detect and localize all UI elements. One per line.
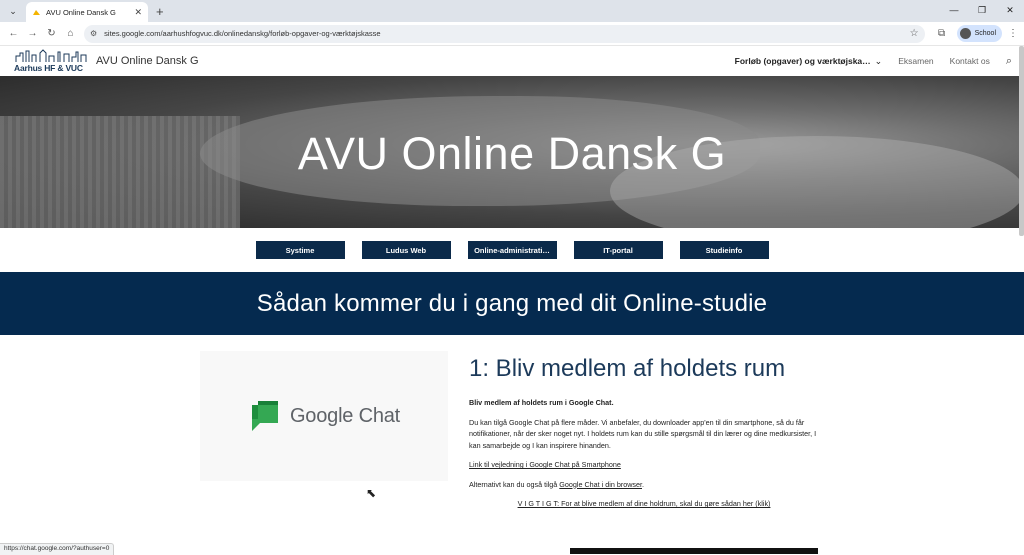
hero-title: AVU Online Dansk G bbox=[297, 128, 727, 179]
body-paragraph: Du kan tilgå Google Chat på flere måder.… bbox=[469, 417, 817, 450]
avatar bbox=[959, 28, 971, 39]
nav-item-eksamen[interactable]: Eksamen bbox=[898, 56, 933, 66]
tab-close-icon[interactable]: ✕ bbox=[134, 7, 142, 18]
chevron-down-icon[interactable]: ⌄ bbox=[875, 56, 883, 67]
google-chat-browser-link[interactable]: Google Chat i din browser bbox=[559, 480, 642, 489]
status-bar-url: https://chat.google.com/?authuser=0 bbox=[0, 543, 115, 555]
close-window-icon[interactable]: ✕ bbox=[996, 0, 1024, 22]
browser-toolbar: ← → ↻ ⌂ ⚙ sites.google.com/aarhushfogvuc… bbox=[0, 22, 1024, 46]
banner-title: Sådan kommer du i gang med dit Online-st… bbox=[256, 289, 768, 317]
profile-button[interactable]: School bbox=[956, 25, 1002, 42]
window-controls: — ❐ ✕ bbox=[940, 0, 1024, 22]
logo-text: Aarhus HF & VUC bbox=[14, 63, 83, 73]
browser-tabbar: ⌄ AVU Online Dansk G ✕ + — ❐ ✕ bbox=[0, 0, 1024, 22]
alt-prefix: Alternativt kan du også tilgå bbox=[469, 479, 560, 489]
restore-icon[interactable]: ❐ bbox=[968, 0, 996, 22]
google-chat-logo-icon bbox=[251, 401, 278, 431]
site-logo[interactable]: Aarhus HF & VUC bbox=[14, 49, 88, 73]
google-chat-label: Google Chat bbox=[289, 404, 401, 427]
nav-item-forloeb[interactable]: Forløb (opgaver) og værktøjska… bbox=[735, 56, 871, 66]
back-icon[interactable]: ← bbox=[4, 28, 23, 39]
tab-search-chevron-icon[interactable]: ⌄ bbox=[4, 2, 22, 20]
section-text: 1: Bliv medlem af holdets rum Bliv medle… bbox=[469, 355, 819, 518]
site-info-icon[interactable]: ⚙ bbox=[90, 29, 97, 38]
important-link[interactable]: V I G T I G T: For at blive medlem af di… bbox=[518, 499, 771, 508]
reload-icon[interactable]: ↻ bbox=[42, 28, 61, 39]
extensions-icon[interactable]: ⧉ bbox=[931, 28, 953, 39]
tab-title: AVU Online Dansk G bbox=[46, 7, 116, 17]
online-administration-button[interactable]: Online-administrati… bbox=[467, 241, 557, 259]
mouse-cursor-icon: ⬉ bbox=[366, 486, 377, 500]
intro-text: Bliv medlem af holdets rum i Google Chat… bbox=[469, 398, 614, 407]
systime-button[interactable]: Systime bbox=[255, 241, 345, 259]
bookmark-star-icon[interactable]: ☆ bbox=[910, 28, 919, 39]
alt-suffix: . bbox=[642, 479, 644, 489]
browser-tab[interactable]: AVU Online Dansk G ✕ bbox=[26, 2, 148, 22]
site-header: Aarhus HF & VUC AVU Online Dansk G Forlø… bbox=[0, 46, 1024, 76]
site-nav: Forløb (opgaver) og værktøjska… ⌄ Eksame… bbox=[735, 55, 1012, 68]
content-section: Google Chat 1: Bliv medlem af holdets ru… bbox=[0, 335, 1024, 554]
studieinfo-button[interactable]: Studieinfo bbox=[679, 241, 769, 259]
video-embed[interactable] bbox=[570, 548, 818, 554]
forward-icon[interactable]: → bbox=[23, 28, 42, 39]
scrollbar[interactable] bbox=[1019, 46, 1024, 236]
url-text: sites.google.com/aarhushfogvuc.dk/online… bbox=[104, 29, 381, 38]
home-icon[interactable]: ⌂ bbox=[61, 28, 80, 39]
hero-banner: AVU Online Dansk G bbox=[0, 76, 1024, 228]
address-bar[interactable]: ⚙ sites.google.com/aarhushfogvuc.dk/onli… bbox=[84, 24, 925, 43]
it-portal-button[interactable]: IT-portal bbox=[573, 241, 663, 259]
section-banner: Sådan kommer du i gang med dit Online-st… bbox=[0, 272, 1024, 335]
profile-label: School bbox=[974, 30, 996, 37]
new-tab-icon[interactable]: + bbox=[156, 4, 164, 19]
smartphone-guide-link[interactable]: Link til vejledning i Google Chat på Sma… bbox=[469, 460, 621, 469]
browser-menu-icon[interactable]: ⋮ bbox=[1006, 28, 1020, 39]
search-icon[interactable]: ⌕ bbox=[1006, 55, 1012, 68]
minimize-icon[interactable]: — bbox=[940, 0, 968, 22]
google-chat-card: Google Chat bbox=[200, 351, 448, 481]
section-heading: 1: Bliv medlem af holdets rum bbox=[469, 355, 786, 382]
nav-item-kontakt[interactable]: Kontakt os bbox=[950, 56, 990, 66]
site-favicon-icon bbox=[32, 8, 41, 17]
ludus-web-button[interactable]: Ludus Web bbox=[361, 241, 451, 259]
alt-text: Alternativt kan du også tilgå Google Cha… bbox=[469, 479, 819, 491]
site-name[interactable]: AVU Online Dansk G bbox=[96, 55, 199, 67]
quick-links: Systime Ludus Web Online-administrati… I… bbox=[0, 228, 1024, 272]
